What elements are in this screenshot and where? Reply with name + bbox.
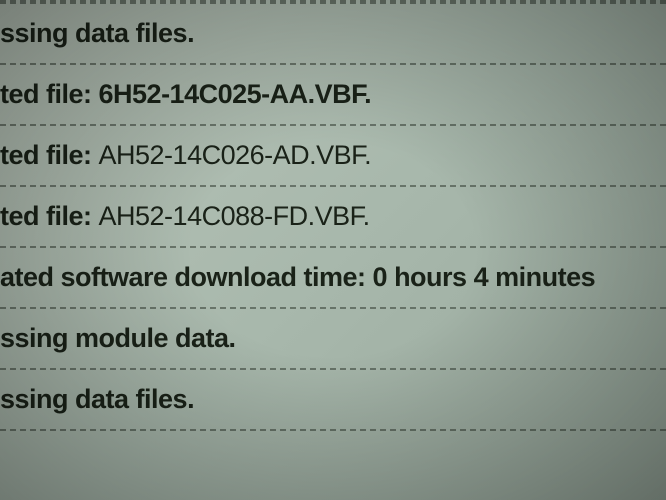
log-line-processing-data-2: ssing data files.	[0, 368, 666, 429]
log-text: ssing module data.	[0, 323, 236, 353]
log-value: AH52-14C088-FD.VBF.	[99, 201, 370, 231]
log-line-processing-module: ssing module data.	[0, 307, 666, 368]
log-line-file-2: ted file: AH52-14C026-AD.VBF.	[0, 124, 666, 185]
divider	[0, 429, 666, 431]
log-value: 0 hours 4 minutes	[373, 262, 596, 292]
log-line-file-3: ted file: AH52-14C088-FD.VBF.	[0, 185, 666, 246]
log-value: 6H52-14C025-AA.VBF.	[99, 79, 372, 109]
log-label: ted file:	[0, 140, 99, 170]
log-screen: ssing data files. ted file: 6H52-14C025-…	[0, 0, 666, 500]
log-line-download-time: ated software download time: 0 hours 4 m…	[0, 246, 666, 307]
log-label: ted file:	[0, 79, 99, 109]
log-line-processing-data: ssing data files.	[0, 2, 666, 63]
log-label: ated software download time:	[0, 262, 373, 292]
log-text: ssing data files.	[0, 384, 194, 414]
log-value: AH52-14C026-AD.VBF.	[99, 140, 372, 170]
log-label: ted file:	[0, 201, 99, 231]
log-text: ssing data files.	[0, 18, 194, 48]
log-line-file-1: ted file: 6H52-14C025-AA.VBF.	[0, 63, 666, 124]
